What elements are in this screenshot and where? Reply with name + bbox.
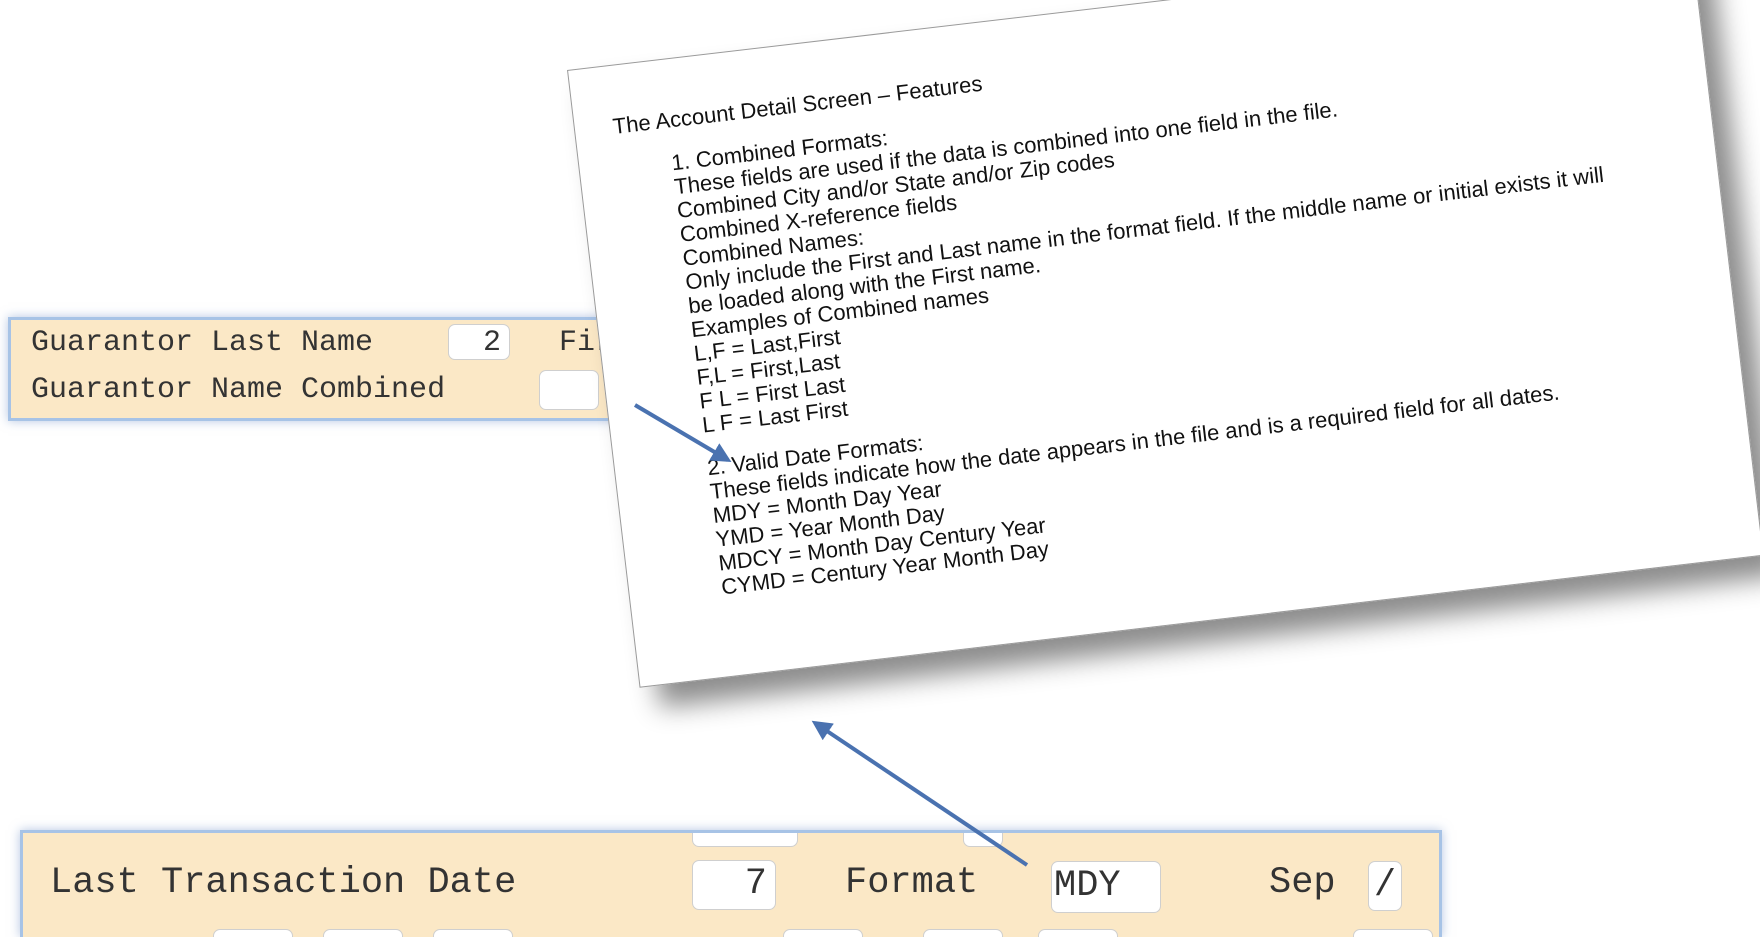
callout-arrows bbox=[633, 403, 1029, 867]
names-callout-arrow bbox=[633, 403, 732, 463]
dates-callout-arrow bbox=[811, 720, 1029, 867]
